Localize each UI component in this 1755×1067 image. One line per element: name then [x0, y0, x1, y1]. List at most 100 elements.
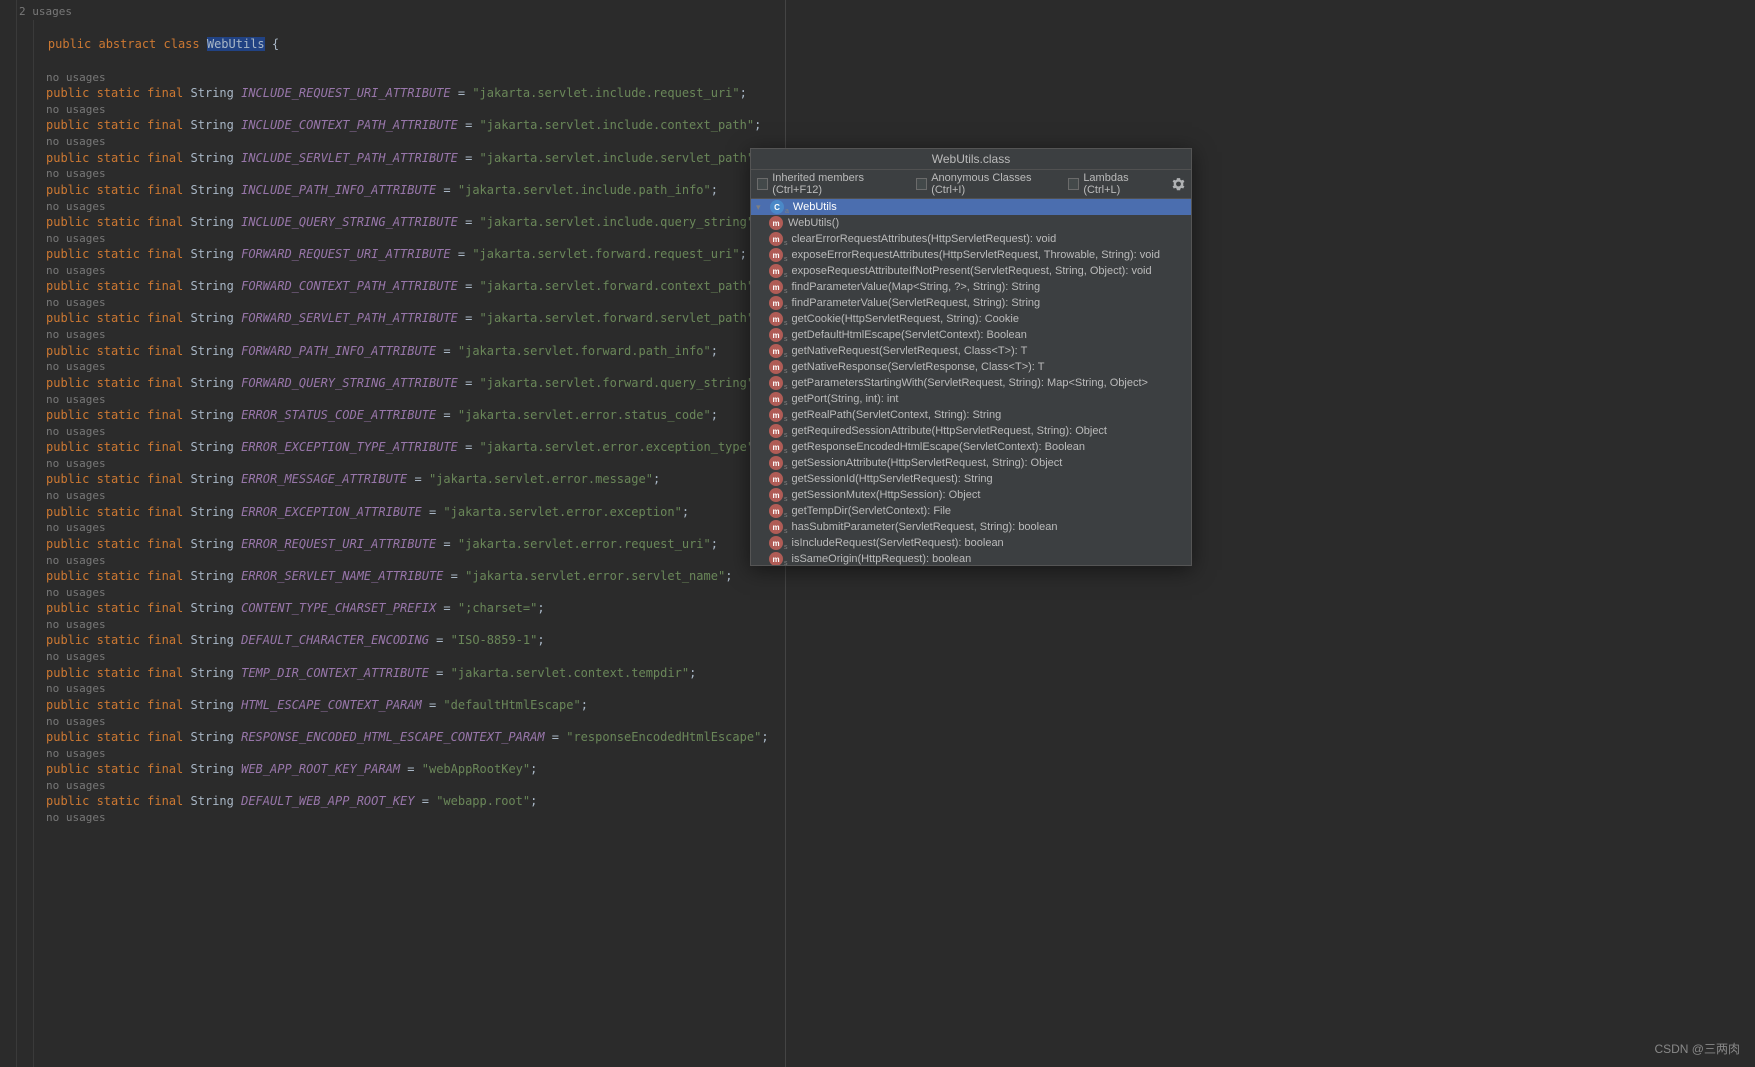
gear-icon[interactable] [1172, 177, 1185, 191]
keyword: public abstract class [48, 37, 200, 51]
lambdas-checkbox[interactable]: Lambdas (Ctrl+L) [1068, 172, 1162, 196]
tree-member[interactable]: msgetRequiredSessionAttribute(HttpServle… [751, 423, 1191, 439]
member-label: clearErrorRequestAttributes(HttpServletR… [792, 233, 1057, 245]
inherited-checkbox[interactable]: Inherited members (Ctrl+F12) [757, 172, 906, 196]
collapse-icon[interactable]: ▾ [756, 202, 766, 213]
usages-hint: no usages [0, 681, 1755, 696]
tree-member[interactable]: ms hasSubmitParameter(ServletRequest, Str… [751, 519, 1191, 535]
member-label: getRealPath(ServletContext, String): Str… [792, 409, 1002, 421]
tree-member[interactable]: ms isIncludeRequest(ServletRequest): bool… [751, 535, 1191, 551]
member-label: isIncludeRequest(ServletRequest): boolea… [792, 537, 1004, 549]
class-icon: C [770, 200, 784, 214]
tree-member[interactable]: ms getDefaultHtmlEscape(ServletContext): … [751, 327, 1191, 343]
method-icon: m [769, 280, 783, 294]
usages-hint: no usages [0, 617, 1755, 632]
tree-member[interactable]: msclearErrorRequestAttributes(HttpServle… [751, 231, 1191, 247]
field-declaration: public static final String INCLUDE_CONTE… [0, 117, 1755, 134]
member-label: getTempDir(ServletContext): File [792, 505, 952, 517]
method-icon: m [769, 376, 783, 390]
tree-member[interactable]: msisSameOrigin(HttpRequest): boolean [751, 551, 1191, 565]
static-modifier: s [784, 496, 788, 503]
static-modifier: s [784, 560, 788, 565]
method-icon: m [769, 520, 783, 534]
usages-hint: no usages [0, 585, 1755, 600]
member-label: findParameterValue(Map<String, ?>, Strin… [792, 281, 1041, 293]
tree-member[interactable]: msgetRealPath(ServletContext, String): S… [751, 407, 1191, 423]
static-modifier: s [784, 320, 788, 327]
static-modifier: s [784, 288, 788, 295]
root-label: WebUtils [793, 201, 837, 213]
method-icon: m [769, 536, 783, 550]
tree-member[interactable]: msgetParametersStartingWith(ServletReque… [751, 375, 1191, 391]
field-declaration: public static final String HTML_ESCAPE_C… [0, 697, 1755, 714]
structure-popup[interactable]: WebUtils.class Inherited members (Ctrl+F… [750, 148, 1192, 566]
static-modifier: s [784, 272, 788, 279]
member-label: getRequiredSessionAttribute(HttpServletR… [792, 425, 1108, 437]
static-modifier: s [784, 448, 788, 455]
static-modifier: s [784, 480, 788, 487]
member-label: hasSubmitParameter(ServletRequest, Strin… [792, 521, 1058, 533]
field-declaration: public static final String ERROR_SERVLET… [0, 568, 1755, 585]
tree-member[interactable]: mWebUtils() [751, 215, 1191, 231]
member-label: getNativeRequest(ServletRequest, Class<T… [792, 345, 1028, 357]
tree-member[interactable]: msgetResponseEncodedHtmlEscape(ServletCo… [751, 439, 1191, 455]
member-label: isSameOrigin(HttpRequest): boolean [792, 553, 972, 565]
static-modifier: s [784, 336, 788, 343]
static-modifier: s [784, 512, 788, 519]
method-icon: m [769, 312, 783, 326]
method-icon: m [769, 408, 783, 422]
usages-hint: no usages [0, 810, 1755, 825]
method-icon: m [769, 248, 783, 262]
method-icon: m [769, 328, 783, 342]
tree-member[interactable]: msgetNativeRequest(ServletRequest, Class… [751, 343, 1191, 359]
member-label: getDefaultHtmlEscape(ServletContext): Bo… [792, 329, 1027, 341]
abstract-modifier: a [785, 208, 789, 215]
tree-member[interactable]: ms findParameterValue(ServletRequest, Str… [751, 295, 1191, 311]
tree-member[interactable]: ms getCookie(HttpServletRequest, String):… [751, 311, 1191, 327]
tree-member[interactable]: msgetSessionAttribute(HttpServletRequest… [751, 455, 1191, 471]
tree-member[interactable]: ms getSessionMutex(HttpSession): Object [751, 487, 1191, 503]
member-label: WebUtils() [788, 217, 839, 229]
anonymous-checkbox[interactable]: Anonymous Classes (Ctrl+I) [916, 172, 1058, 196]
tree-member[interactable]: msgetSessionId(HttpServletRequest): Stri… [751, 471, 1191, 487]
member-label: getCookie(HttpServletRequest, String): C… [792, 313, 1019, 325]
member-label: getSessionAttribute(HttpServletRequest, … [792, 457, 1063, 469]
method-icon: m [769, 344, 783, 358]
method-icon: m [769, 440, 783, 454]
tree-member[interactable]: msexposeErrorRequestAttributes(HttpServl… [751, 247, 1191, 263]
tree-member[interactable]: msgetTempDir(ServletContext): File [751, 503, 1191, 519]
field-declaration: public static final String TEMP_DIR_CONT… [0, 665, 1755, 682]
static-modifier: s [784, 256, 788, 263]
usages-hint: no usages [0, 649, 1755, 664]
method-icon: m [769, 472, 783, 486]
tree-member[interactable]: ms getNativeResponse(ServletResponse, Cla… [751, 359, 1191, 375]
static-modifier: s [784, 368, 788, 375]
tree-root[interactable]: ▾ C a WebUtils [751, 199, 1191, 215]
usages-hint: no usages [0, 714, 1755, 729]
tree-member[interactable]: ms exposeRequestAttributeIfNotPresent(Ser… [751, 263, 1191, 279]
static-modifier: s [784, 544, 788, 551]
member-label: exposeRequestAttributeIfNotPresent(Servl… [792, 265, 1152, 277]
static-modifier: s [784, 304, 788, 311]
brace: { [265, 37, 279, 51]
member-label: getSessionMutex(HttpSession): Object [792, 489, 981, 501]
field-declaration: public static final String DEFAULT_CHARA… [0, 632, 1755, 649]
method-icon: m [769, 360, 783, 374]
method-icon: m [769, 264, 783, 278]
field-declaration: public static final String DEFAULT_WEB_A… [0, 793, 1755, 810]
member-label: findParameterValue(ServletRequest, Strin… [792, 297, 1041, 309]
static-modifier: s [784, 432, 788, 439]
tree-member[interactable]: msgetPort(String, int): int [751, 391, 1191, 407]
usages-hint: no usages [0, 746, 1755, 761]
usages-hint: no usages [0, 70, 1755, 85]
method-icon: m [769, 296, 783, 310]
method-icon: m [769, 488, 783, 502]
class-name: WebUtils [207, 37, 265, 51]
member-label: getPort(String, int): int [792, 393, 899, 405]
static-modifier: s [784, 528, 788, 535]
tree-member[interactable]: ms findParameterValue(Map<String, ?>, Str… [751, 279, 1191, 295]
watermark: CSDN @三两肉 [1654, 1040, 1740, 1057]
member-label: getNativeResponse(ServletResponse, Class… [792, 361, 1045, 373]
structure-tree[interactable]: ▾ C a WebUtils mWebUtils()msclearErrorRe… [751, 199, 1191, 565]
method-icon: m [769, 456, 783, 470]
